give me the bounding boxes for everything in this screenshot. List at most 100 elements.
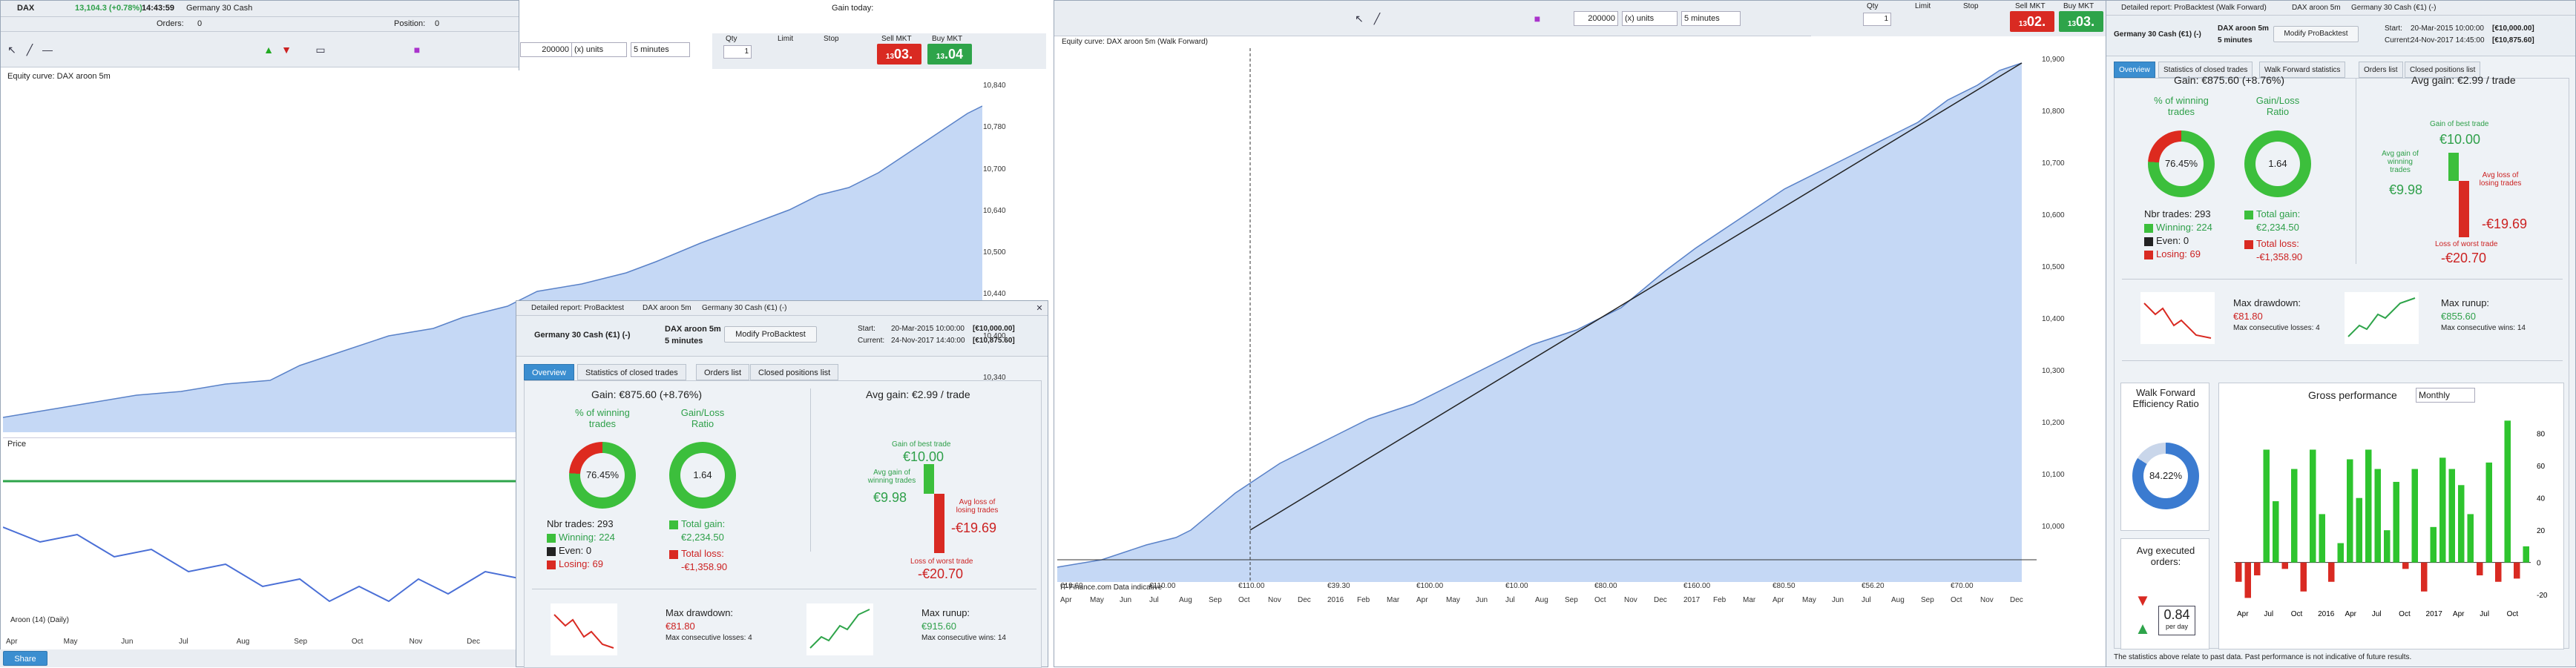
mid-stop-label: Stop bbox=[1963, 2, 1979, 10]
mid-sell-button[interactable]: 1302. bbox=[2010, 11, 2054, 32]
x-tick-label: Aug bbox=[1179, 596, 1192, 604]
report1-gain: Gain: €875.60 (+8.76%) bbox=[591, 388, 703, 400]
report2-max-dd-sub: Max consecutive losses: 4 bbox=[2233, 324, 2320, 332]
mid-palette-icon[interactable]: ■ bbox=[1529, 10, 1545, 27]
arrow-up-icon[interactable]: ▲ bbox=[260, 42, 277, 58]
report2-max-ru-sub: Max consecutive wins: 14 bbox=[2441, 324, 2526, 332]
report2-current-value: 24-Nov-2017 14:45:00 bbox=[2411, 36, 2485, 44]
rect-tool-icon[interactable]: ▭ bbox=[312, 42, 329, 58]
sell-mkt-button[interactable]: 1303. bbox=[877, 44, 921, 65]
arrow-down-icon[interactable]: ▼ bbox=[278, 42, 295, 58]
gp-bar bbox=[2273, 501, 2279, 563]
y-tick-label: 10,900 bbox=[2042, 56, 2065, 64]
cursor-icon[interactable]: ↖ bbox=[4, 42, 20, 58]
report2-total-loss: Total loss: bbox=[2244, 238, 2299, 249]
report1-header: Germany 30 Cash (€1) (-) DAX aroon 5m 5 … bbox=[516, 316, 1048, 357]
gp-bar bbox=[2448, 469, 2455, 563]
x-tick-label: May bbox=[1802, 596, 1816, 604]
report2-strategy-tf: 5 minutes bbox=[2218, 36, 2253, 44]
buy-mkt-button[interactable]: 13.04 bbox=[927, 44, 972, 65]
mid-buy-button[interactable]: 1303. bbox=[2059, 11, 2103, 32]
report1-max-ru-sub: Max consecutive wins: 14 bbox=[921, 634, 1006, 642]
report2-gl-hole: 1.64 bbox=[2255, 142, 2300, 186]
report1-pct-win-hole: 76.45% bbox=[580, 453, 625, 497]
gp-y-tick: 40 bbox=[2537, 495, 2546, 503]
period-select[interactable]: 5 minutes bbox=[631, 42, 690, 57]
tab-overview[interactable]: Overview bbox=[524, 364, 574, 380]
x-tick-label: Nov bbox=[1268, 596, 1281, 604]
dax-time: 14:43:59 bbox=[142, 4, 175, 13]
gp-bar bbox=[2504, 420, 2511, 563]
report2-losing: Losing: 69 bbox=[2144, 248, 2201, 259]
report1-losing: Losing: 69 bbox=[547, 558, 603, 569]
arrow-down-icon: ▼ bbox=[2135, 591, 2151, 609]
x-tick-label: Jun bbox=[1832, 596, 1844, 604]
report1-total-gain: Total gain: bbox=[669, 518, 725, 529]
report1-strategy-tf: 5 minutes bbox=[665, 337, 703, 345]
gross-perf-select[interactable]: Monthly bbox=[2416, 388, 2475, 403]
gp-bar bbox=[2374, 469, 2381, 563]
report2-max-dd-value: €81.80 bbox=[2233, 311, 2263, 322]
report1-start-value: 20-Mar-2015 10:00:00 bbox=[891, 325, 965, 333]
report1-max-ru-value: €915.60 bbox=[921, 621, 956, 632]
mid-qty-input[interactable]: 1 bbox=[1863, 13, 1891, 26]
x-tick-label: Mar bbox=[1387, 596, 1400, 604]
gp-bar bbox=[2411, 469, 2418, 563]
report2-modify-button[interactable]: Modify ProBacktest bbox=[2273, 26, 2359, 42]
left-title-bar: DAX 13,104.3 (+0.78%) 14:43:59 Germany 3… bbox=[1, 1, 873, 17]
tab-orders[interactable]: Orders list bbox=[696, 364, 750, 380]
report2-total-loss-value: -€1,358.90 bbox=[2256, 251, 2303, 262]
gp-bar bbox=[2393, 481, 2399, 563]
share-button[interactable]: Share bbox=[3, 651, 47, 666]
tab-statistics[interactable]: Statistics of closed trades bbox=[577, 364, 686, 380]
x-tick-label: May bbox=[1446, 596, 1460, 604]
x-tick-label: Sep bbox=[1209, 596, 1222, 604]
line-tool-icon[interactable]: ╱ bbox=[22, 42, 38, 58]
report2-strategy-name: DAX aroon 5m bbox=[2218, 24, 2269, 33]
gp-x-tick: 2017 bbox=[2426, 610, 2443, 618]
report2-current-label: Current: bbox=[2385, 36, 2412, 44]
gp-x-tick: Oct bbox=[2291, 610, 2303, 618]
r2-tab-orders[interactable]: Orders list bbox=[2359, 62, 2403, 78]
gp-bar bbox=[2439, 457, 2446, 563]
gp-y-tick: -20 bbox=[2537, 592, 2548, 600]
gp-x-tick: Apr bbox=[2453, 610, 2465, 618]
gp-bar bbox=[2467, 514, 2474, 563]
units-select[interactable]: (x) units bbox=[571, 42, 627, 57]
modify-probacktest-button[interactable]: Modify ProBacktest bbox=[724, 326, 817, 343]
gp-x-tick: Oct bbox=[2399, 610, 2411, 618]
mid-units-input[interactable]: 200000 bbox=[1574, 11, 1618, 26]
mid-line-icon[interactable]: ╱ bbox=[1369, 10, 1385, 27]
report2-title3: Germany 30 Cash (€1) (-) bbox=[2351, 4, 2437, 12]
x-tick-label: Nov bbox=[1624, 596, 1637, 604]
gp-x-tick: Jul bbox=[2372, 610, 2382, 618]
mid-cursor-icon[interactable]: ↖ bbox=[1351, 10, 1367, 27]
report1-current-value: 24-Nov-2017 14:40:00 bbox=[891, 337, 965, 345]
report1-runup-spark bbox=[806, 603, 873, 655]
y-tick-label: 10,500 bbox=[983, 248, 1006, 257]
gp-bar bbox=[2402, 562, 2409, 569]
report1-max-dd-label: Max drawdown: bbox=[666, 607, 734, 618]
report2-loss-bar bbox=[2459, 181, 2469, 237]
left-price-title: Price bbox=[7, 440, 27, 449]
hline-tool-icon[interactable]: ― bbox=[39, 42, 56, 58]
mid-period-select[interactable]: 5 minutes bbox=[1681, 11, 1741, 26]
gp-bar bbox=[2458, 485, 2465, 563]
report2-gain-best-label: Gain of best trade bbox=[2430, 120, 2489, 128]
left-units-bar: (x) units 5 minutes bbox=[519, 41, 712, 59]
x-tick-label: Dec bbox=[1298, 596, 1311, 604]
report2-loss-worst-label: Loss of worst trade bbox=[2435, 240, 2498, 248]
report1-title3: Germany 30 Cash (€1) (-) bbox=[702, 304, 787, 312]
avg-exec-panel: Avg executed orders: ▼ ▲ 0.84 per day bbox=[2120, 538, 2209, 649]
tab-closed-positions[interactable]: Closed positions list bbox=[750, 364, 839, 380]
mid-buy-label: Buy MKT bbox=[2063, 2, 2094, 10]
mid-sell-label: Sell MKT bbox=[2015, 2, 2046, 10]
r2-tab-overview[interactable]: Overview bbox=[2114, 62, 2155, 78]
x-tick-label: Apr bbox=[1060, 596, 1072, 604]
report1-divider bbox=[810, 388, 811, 552]
report2-pct-win-label: % of winning trades bbox=[2154, 95, 2209, 117]
qty-input[interactable]: 1 bbox=[723, 45, 752, 59]
palette-icon[interactable]: ■ bbox=[409, 42, 425, 58]
report2-loss-worst-value: -€20.70 bbox=[2441, 251, 2487, 265]
mid-units-select[interactable]: (x) units bbox=[1622, 11, 1678, 26]
